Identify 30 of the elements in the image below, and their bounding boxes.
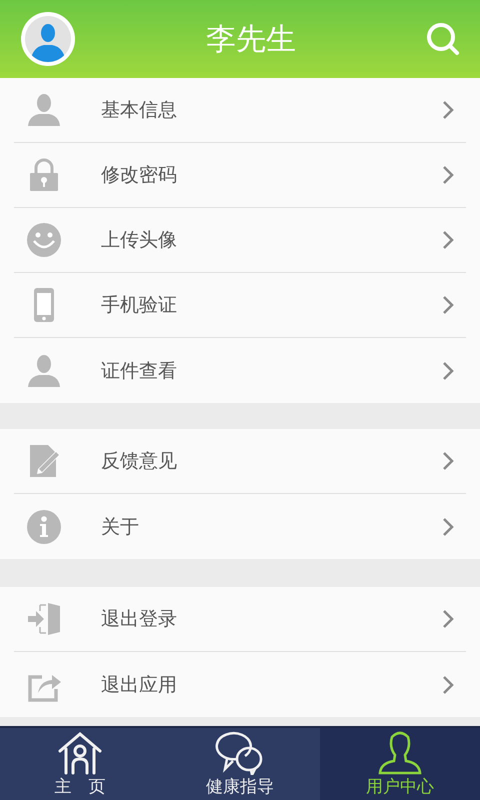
chevron-icon [442, 451, 454, 471]
smiley-icon [26, 222, 62, 258]
search-icon[interactable] [426, 22, 460, 56]
menu-item[interactable]: 上传头像 [14, 208, 466, 273]
menu-item[interactable]: 修改密码 [14, 143, 466, 208]
chevron-icon [442, 295, 454, 315]
menu-item[interactable]: 反馈意见 [14, 429, 466, 494]
tab[interactable]: 主 页 [0, 728, 160, 800]
tab[interactable]: 用户中心 [320, 728, 480, 800]
info-icon [26, 508, 62, 544]
chevron-icon [442, 230, 454, 250]
menu-item[interactable]: 退出登录 [14, 587, 466, 652]
chevron-icon [442, 360, 454, 380]
chevron-icon [442, 609, 454, 629]
menu-item[interactable]: 关于 [14, 494, 466, 559]
chevron-icon [442, 165, 454, 185]
chevron-icon [442, 516, 454, 536]
chevron-icon [442, 100, 454, 120]
menu-item[interactable]: 基本信息 [14, 78, 466, 143]
menu-item[interactable]: 证件查看 [14, 338, 466, 403]
menu-item[interactable]: 手机验证 [14, 273, 466, 338]
exit-door-icon [26, 601, 62, 637]
person-icon [26, 92, 62, 128]
menu-item[interactable]: 退出应用 [14, 652, 466, 717]
person-icon [26, 352, 62, 388]
speech-bubbles-icon [215, 731, 265, 775]
tab[interactable]: 健康指导 [160, 728, 320, 800]
chevron-icon [442, 674, 454, 694]
header-title: 李先生 [206, 20, 296, 58]
avatar-icon[interactable] [20, 11, 76, 67]
